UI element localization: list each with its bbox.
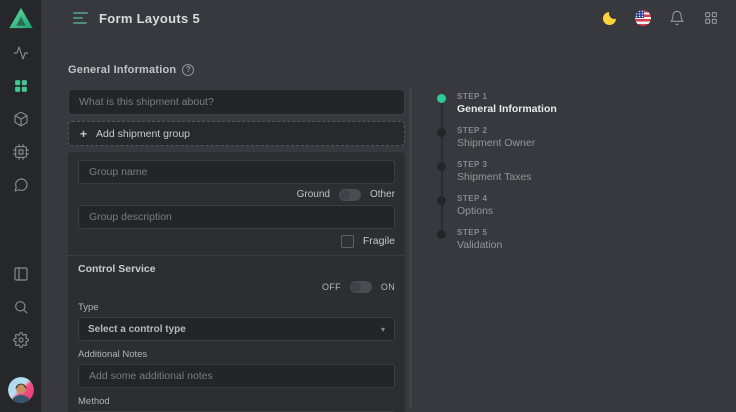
toggle-right-label: Other — [370, 189, 395, 200]
step-dot — [437, 196, 446, 205]
stepper-step-5[interactable]: STEP 5 Validation — [437, 228, 607, 251]
step-dot-active — [437, 94, 446, 103]
section-heading: General Information ? — [68, 64, 405, 76]
layout-icon[interactable] — [13, 266, 29, 282]
control-type-select[interactable]: Select a control type ▾ — [78, 317, 395, 341]
ground-other-toggle[interactable] — [339, 189, 361, 201]
stepper-step-4[interactable]: STEP 4 Options — [437, 194, 607, 217]
page-title: Form Layouts 5 — [99, 11, 200, 26]
step-title: Shipment Owner — [457, 137, 607, 149]
control-type-value: Select a control type — [88, 324, 186, 335]
add-shipment-group-button[interactable]: + Add shipment group — [68, 121, 405, 146]
sidebar — [0, 0, 41, 412]
header-actions — [601, 10, 719, 26]
help-icon[interactable]: ? — [182, 64, 194, 76]
fragile-row: Fragile — [78, 234, 395, 248]
add-shipment-group-label: Add shipment group — [96, 128, 190, 140]
fragile-label: Fragile — [363, 235, 395, 247]
fragile-checkbox[interactable] — [341, 235, 354, 248]
notifications-bell-icon[interactable] — [669, 10, 685, 26]
type-label: Type — [78, 302, 395, 313]
step-title: Shipment Taxes — [457, 171, 607, 183]
form-scrollbar[interactable] — [409, 88, 412, 408]
user-avatar[interactable] — [8, 377, 34, 403]
cpu-icon[interactable] — [13, 144, 29, 160]
shipment-group-card: Ground Other Fragile Control Service OFF… — [68, 152, 405, 412]
step-label: STEP 1 — [457, 92, 607, 101]
step-title: General Information — [457, 103, 607, 115]
form-layout-main: General Information ? + Add shipment gro… — [68, 64, 405, 412]
card-divider — [68, 255, 405, 256]
apps-launcher-icon[interactable] — [703, 10, 719, 26]
notes-label: Additional Notes — [78, 349, 395, 360]
step-label: STEP 3 — [457, 160, 607, 169]
ship-method-toggle-row: Ground Other — [78, 188, 395, 201]
theme-moon-icon[interactable] — [601, 10, 617, 26]
search-icon[interactable] — [13, 299, 29, 315]
step-label: STEP 4 — [457, 194, 607, 203]
chevron-down-icon: ▾ — [381, 325, 385, 334]
wizard-stepper: STEP 1 General Information STEP 2 Shipme… — [437, 92, 607, 262]
step-dot — [437, 162, 446, 171]
settings-gear-icon[interactable] — [13, 332, 29, 348]
language-flag-icon[interactable] — [635, 10, 651, 26]
off-label: OFF — [322, 282, 341, 292]
step-label: STEP 5 — [457, 228, 607, 237]
activity-icon[interactable] — [13, 45, 29, 61]
method-label: Method — [78, 396, 395, 407]
additional-notes-input[interactable] — [78, 364, 395, 388]
step-title: Options — [457, 205, 607, 217]
cube-icon[interactable] — [13, 111, 29, 127]
stepper-step-2[interactable]: STEP 2 Shipment Owner — [437, 126, 607, 149]
chat-icon[interactable] — [13, 177, 29, 193]
stepper-step-1[interactable]: STEP 1 General Information — [437, 92, 607, 115]
top-header: Form Layouts 5 — [41, 0, 736, 36]
toggle-left-label: Ground — [297, 189, 330, 200]
step-title: Validation — [457, 239, 607, 251]
shipment-about-input[interactable] — [68, 89, 405, 115]
step-label: STEP 2 — [457, 126, 607, 135]
group-description-input[interactable] — [78, 205, 395, 229]
apps-grid-icon[interactable] — [13, 78, 29, 94]
sidebar-nav-bottom — [8, 266, 34, 403]
control-service-toggle-row: OFF ON — [78, 280, 395, 293]
off-on-toggle[interactable] — [350, 281, 372, 293]
stepper-step-3[interactable]: STEP 3 Shipment Taxes — [437, 160, 607, 183]
step-dot — [437, 128, 446, 137]
section-heading-text: General Information — [68, 64, 176, 76]
sidebar-nav-top — [13, 45, 29, 193]
step-dot — [437, 230, 446, 239]
control-service-title: Control Service — [78, 263, 395, 275]
app-logo-icon[interactable] — [6, 4, 36, 32]
plus-icon: + — [80, 128, 87, 140]
group-name-input[interactable] — [78, 160, 395, 184]
menu-hamburger-icon[interactable] — [73, 12, 88, 24]
on-label: ON — [381, 282, 395, 292]
